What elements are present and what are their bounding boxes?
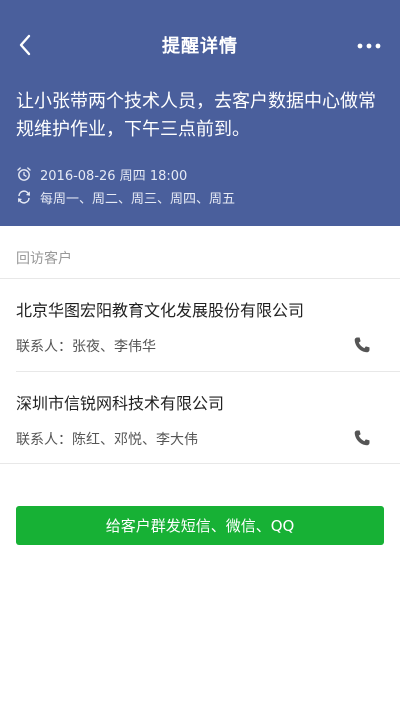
nav-bar: 提醒详情 — [0, 0, 400, 90]
group-send-button[interactable]: 给客户群发短信、微信、QQ — [16, 506, 384, 545]
reminder-repeat-row: 每周一、周二、周三、周四、周五 — [16, 187, 235, 207]
page-title: 提醒详情 — [162, 36, 238, 57]
section-label: 回访客户 — [16, 251, 72, 267]
phone-icon — [354, 337, 370, 353]
repeat-icon — [16, 189, 32, 205]
more-button[interactable] — [354, 34, 384, 58]
reminder-datetime: 2016-08-26 周四 18:00 — [40, 168, 188, 184]
reminder-content: 让小张带两个技术人员，去客户数据中心做常规维护作业，下午三点前到。 — [16, 91, 376, 140]
customer-contacts: 联系人：张夜、李伟华 — [16, 339, 156, 355]
customer-name: 深圳市信锐网科技术有限公司 — [16, 394, 225, 413]
reminder-repeat: 每周一、周二、周三、周四、周五 — [40, 191, 236, 207]
phone-icon — [354, 430, 370, 446]
divider — [0, 463, 400, 464]
alarm-clock-icon — [16, 166, 32, 182]
customer-name: 北京华图宏阳教育文化发展股份有限公司 — [16, 301, 305, 320]
divider — [0, 278, 400, 279]
more-horizontal-icon — [357, 43, 381, 49]
call-button[interactable] — [350, 426, 374, 450]
divider — [16, 371, 400, 372]
reminder-header: 提醒详情 让小张带两个技术人员，去客户数据中心做常规维护作业，下午三点前到。 2… — [0, 0, 400, 226]
call-button[interactable] — [350, 333, 374, 357]
reminder-datetime-row: 2016-08-26 周四 18:00 — [16, 164, 187, 184]
customer-contacts: 联系人：陈红、邓悦、李大伟 — [16, 432, 198, 448]
